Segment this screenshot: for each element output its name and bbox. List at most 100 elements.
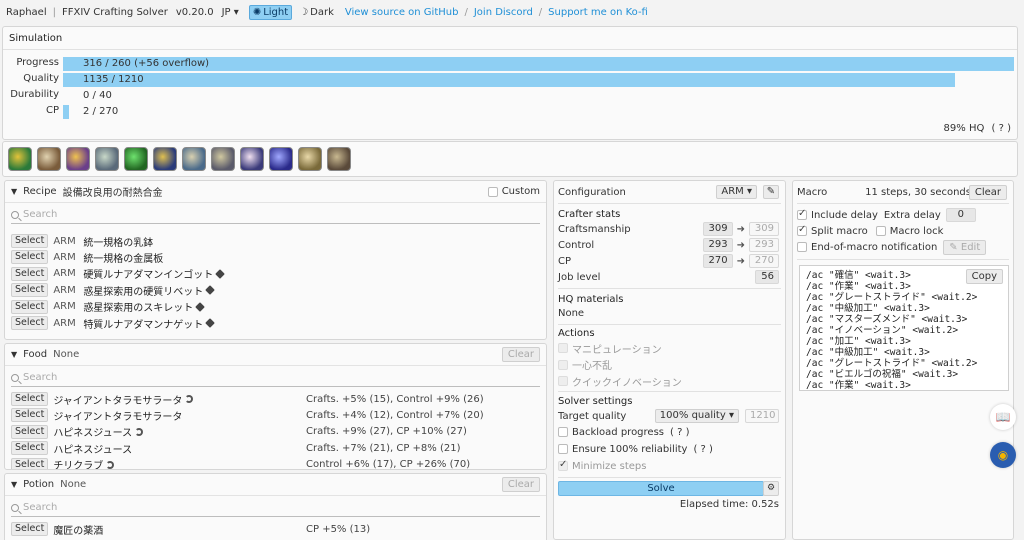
collapse-caret-icon[interactable]: ▼ xyxy=(11,480,17,489)
language-select[interactable]: JP ▾ xyxy=(222,7,239,18)
muscle-memory-icon[interactable] xyxy=(8,147,32,171)
target-quality-row: Target quality 100% quality ▾ 1210 xyxy=(558,408,779,424)
job-select[interactable]: ARM ▾ xyxy=(716,185,757,199)
recipe-row: Select ARM 惑星探索用の硬質リベット xyxy=(11,282,540,298)
backload-checkbox[interactable] xyxy=(558,427,568,437)
byregots-blessing-icon[interactable] xyxy=(269,147,293,171)
macro-header: Macro 11 steps, 30 seconds Clear xyxy=(797,184,1007,200)
recipe-select-button[interactable]: Select xyxy=(11,266,49,281)
potion-panel: ▼ Potion None Clear Select 魔匠の薬酒 CP +5% (1… xyxy=(4,473,547,540)
action-checkbox[interactable] xyxy=(558,376,568,386)
backload-row[interactable]: Backload progress ( ? ) xyxy=(558,424,779,440)
target-quality-label: Target quality xyxy=(558,410,627,422)
action-checkbox[interactable] xyxy=(558,359,568,370)
recipe-search[interactable] xyxy=(11,206,540,224)
great-strides-icon[interactable] xyxy=(240,147,264,171)
recipe-item-name: 硬質ルナアダマンインゴット xyxy=(83,270,214,282)
macro-edit-button[interactable]: ✎ Edit xyxy=(943,239,987,255)
action-checkbox[interactable] xyxy=(558,343,568,353)
macro-clear-button[interactable]: Clear xyxy=(968,184,1007,200)
food-select-button[interactable]: Select xyxy=(11,441,49,456)
potion-search-input[interactable] xyxy=(23,502,223,513)
backload-help[interactable]: ( ? ) xyxy=(670,427,689,438)
recipe-select-button[interactable]: Select xyxy=(11,299,49,314)
stat-row: Control 293 ➜ 293 xyxy=(558,237,779,253)
include-delay-checkbox[interactable] xyxy=(797,208,807,220)
stat-result: 309 xyxy=(749,222,779,236)
kofi-link[interactable]: Support me on Ko-fi xyxy=(548,7,648,18)
theme-dark-option[interactable]: ☽ Dark xyxy=(296,6,337,19)
solver-settings-label: Solver settings xyxy=(558,395,633,407)
food-clear-button[interactable]: Clear xyxy=(501,347,540,362)
discord-link[interactable]: Join Discord xyxy=(474,7,533,18)
hq-icon xyxy=(135,427,144,436)
food-search[interactable] xyxy=(11,369,540,387)
include-delay-label: Include delay xyxy=(811,209,878,221)
potion-select-button[interactable]: Select xyxy=(11,522,49,536)
end-notification-checkbox[interactable] xyxy=(797,242,807,252)
minimize-steps-checkbox[interactable] xyxy=(558,459,568,471)
macro-copy-button[interactable]: Copy xyxy=(965,269,1003,284)
macro-lock-checkbox[interactable] xyxy=(875,226,886,236)
solver-options-icon[interactable]: ⚙ xyxy=(763,481,779,496)
collapse-caret-icon[interactable]: ▼ xyxy=(11,350,17,359)
ensure-reliability-checkbox[interactable] xyxy=(558,444,568,454)
stat-input[interactable]: 293 xyxy=(702,238,733,252)
split-macro-checkbox[interactable] xyxy=(797,224,807,236)
stat-input[interactable]: 270 xyxy=(702,254,733,268)
book-icon[interactable]: 📖 xyxy=(990,404,1016,430)
minimize-steps-row[interactable]: Minimize steps xyxy=(558,458,779,474)
macro-title: Macro xyxy=(797,186,828,198)
recipe-select-button[interactable]: Select xyxy=(11,234,49,248)
custom-checkbox[interactable] xyxy=(487,186,498,197)
recipe-select-button[interactable]: Select xyxy=(11,316,49,330)
veneration-icon[interactable] xyxy=(37,147,61,171)
groundwork-2-icon[interactable] xyxy=(327,147,351,171)
solve-button[interactable]: Solve xyxy=(558,481,764,496)
sim-row-durability: Durability 0 / 40 xyxy=(3,89,1017,101)
job-level-input[interactable]: 56 xyxy=(755,270,779,284)
sim-row-progress: Progress 316 / 260 (+56 overflow) xyxy=(3,57,1017,71)
recipe-select-button[interactable]: Select xyxy=(11,283,49,298)
potion-clear-button[interactable]: Clear xyxy=(501,477,540,492)
food-select-button[interactable]: Select xyxy=(11,457,49,469)
recipe-title: Recipe xyxy=(23,186,57,197)
collapse-caret-icon[interactable]: ▼ xyxy=(11,187,17,196)
food-search-input[interactable] xyxy=(23,372,223,383)
stat-label: Control xyxy=(558,239,595,251)
food-select-button[interactable]: Select xyxy=(11,392,49,406)
ensure-reliability-help[interactable]: ( ? ) xyxy=(693,444,712,455)
stat-input[interactable]: 309 xyxy=(702,222,733,236)
theme-light-option[interactable]: ✺ Light xyxy=(248,4,293,20)
waste-not-icon[interactable] xyxy=(66,147,90,171)
custom-label: Custom xyxy=(501,186,540,197)
edit-pencil-icon[interactable]: ✎ xyxy=(763,185,779,199)
preparatory-touch-icon[interactable] xyxy=(182,147,206,171)
hq-help[interactable]: ( ? ) xyxy=(992,123,1011,134)
recipe-row: Select ARM 統一規格の金属板 xyxy=(11,249,540,265)
manipulation-icon[interactable] xyxy=(124,147,148,171)
potion-title: Potion xyxy=(23,479,55,490)
macro-lock-label: Macro lock xyxy=(889,225,944,237)
food-select-button[interactable]: Select xyxy=(11,424,49,439)
groundwork-icon[interactable] xyxy=(95,147,119,171)
recipe-search-input[interactable] xyxy=(23,209,223,220)
recipe-select-button[interactable]: Select xyxy=(11,250,49,265)
macro-line: /ac "中級加工" <wait.3> xyxy=(806,347,930,358)
extra-delay-input[interactable]: 0 xyxy=(945,208,976,222)
food-select-button[interactable]: Select xyxy=(11,408,49,423)
minimize-steps-label: Minimize steps xyxy=(572,460,647,472)
target-quality-select[interactable]: 100% quality ▾ xyxy=(654,409,739,423)
custom-toggle[interactable]: Custom xyxy=(487,186,540,197)
recipe-row: Select ARM 硬質ルナアダマンインゴット xyxy=(11,266,540,282)
ensure-reliability-row[interactable]: Ensure 100% reliability ( ? ) xyxy=(558,441,779,457)
innovation-icon[interactable] xyxy=(153,147,177,171)
food-item-name: ジャイアントタラモサラータ xyxy=(53,411,183,423)
careful-synthesis-icon[interactable] xyxy=(298,147,322,171)
globe-icon[interactable]: ◉ xyxy=(990,442,1016,468)
github-link[interactable]: View source on GitHub xyxy=(345,7,459,18)
potion-search[interactable] xyxy=(11,499,540,517)
hq-percent: 89% HQ xyxy=(943,123,985,134)
basic-touch-icon[interactable] xyxy=(211,147,235,171)
configuration-panel: Configuration ARM ▾ ✎ Crafter stats Craf… xyxy=(553,180,786,540)
